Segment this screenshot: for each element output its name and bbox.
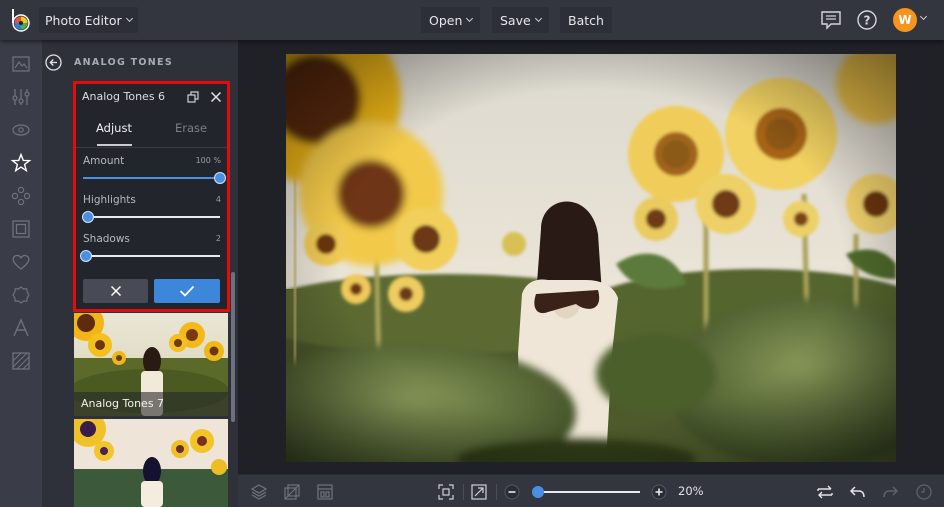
back-arrow-icon[interactable] bbox=[45, 54, 62, 71]
slider-handle[interactable] bbox=[82, 211, 95, 223]
actual-size-icon[interactable] bbox=[470, 483, 488, 501]
eye-icon[interactable] bbox=[10, 119, 32, 141]
collage-icon[interactable] bbox=[283, 483, 301, 501]
thumbnail-image bbox=[74, 419, 228, 507]
svg-text:?: ? bbox=[864, 14, 871, 28]
chevron-down-icon bbox=[466, 14, 474, 23]
graphics-icon[interactable] bbox=[10, 185, 32, 207]
shadows-label: Shadows bbox=[83, 233, 130, 245]
shadows-slider[interactable] bbox=[79, 250, 220, 262]
amount-value: 100 % bbox=[195, 156, 221, 165]
highlights-label: Highlights bbox=[83, 194, 136, 206]
thumbnail-label: Analog Tones 7 bbox=[74, 392, 228, 416]
help-icon[interactable]: ? bbox=[856, 9, 878, 31]
frame-icon[interactable] bbox=[10, 218, 32, 240]
slider-handle[interactable] bbox=[79, 250, 92, 262]
app-menu-dropdown[interactable]: Photo Editor bbox=[39, 7, 138, 33]
slider-handle[interactable] bbox=[214, 172, 226, 184]
divider bbox=[496, 484, 497, 500]
star-icon[interactable] bbox=[10, 152, 32, 174]
heart-icon[interactable] bbox=[10, 251, 32, 273]
zoom-slider[interactable] bbox=[538, 491, 640, 493]
undo-icon[interactable] bbox=[849, 483, 867, 501]
close-icon bbox=[110, 285, 121, 297]
panel-scrollbar[interactable] bbox=[231, 272, 235, 422]
open-menu-button[interactable]: Open bbox=[421, 7, 481, 33]
highlights-slider[interactable] bbox=[82, 211, 220, 223]
photo-canvas[interactable] bbox=[286, 54, 896, 462]
apply-button[interactable] bbox=[154, 279, 220, 303]
user-avatar[interactable]: W bbox=[893, 8, 917, 32]
texture-icon[interactable] bbox=[10, 350, 32, 372]
batch-button[interactable]: Batch bbox=[560, 7, 612, 33]
badge-icon[interactable] bbox=[10, 284, 32, 306]
cancel-button[interactable] bbox=[83, 279, 148, 303]
compare-icon[interactable] bbox=[816, 483, 834, 501]
befunky-logo[interactable] bbox=[10, 8, 32, 32]
close-icon[interactable] bbox=[210, 91, 222, 103]
slider-fill bbox=[83, 177, 220, 179]
highlights-value: 4 bbox=[215, 195, 221, 204]
top-bar: Photo Editor Open Save Batch ? W bbox=[0, 0, 944, 40]
tab-erase[interactable]: Erase bbox=[175, 121, 207, 135]
effect-title: Analog Tones 6 bbox=[82, 90, 166, 103]
app-menu-label: Photo Editor bbox=[45, 12, 122, 28]
checkmark-icon bbox=[179, 285, 195, 297]
effect-thumbnail[interactable]: Analog Tones 7 bbox=[74, 313, 228, 416]
section-title: ANALOG TONES bbox=[74, 57, 173, 68]
redo-icon[interactable] bbox=[881, 483, 899, 501]
open-label: Open bbox=[429, 12, 463, 28]
template-icon[interactable] bbox=[316, 483, 334, 501]
edited-photo bbox=[286, 54, 896, 462]
tab-adjust[interactable]: Adjust bbox=[96, 121, 132, 135]
card-tabs: Adjust Erase bbox=[76, 116, 227, 148]
tool-rail bbox=[0, 40, 42, 507]
image-icon[interactable] bbox=[10, 53, 32, 75]
fit-to-screen-icon[interactable] bbox=[437, 483, 455, 501]
shadows-value: 2 bbox=[215, 234, 221, 243]
zoom-slider-handle[interactable] bbox=[532, 486, 544, 498]
detach-window-icon[interactable] bbox=[187, 91, 199, 103]
divider bbox=[463, 484, 464, 500]
active-tab-indicator bbox=[97, 144, 132, 146]
layers-icon[interactable] bbox=[250, 483, 268, 501]
messages-icon[interactable] bbox=[820, 9, 842, 31]
zoom-level: 20% bbox=[678, 484, 704, 498]
chevron-down-icon bbox=[125, 14, 133, 23]
zoom-out-icon[interactable] bbox=[503, 483, 521, 501]
amount-slider[interactable] bbox=[83, 172, 226, 184]
effect-thumbnail[interactable] bbox=[74, 419, 228, 507]
save-menu-button[interactable]: Save bbox=[492, 7, 549, 33]
zoom-in-icon[interactable] bbox=[650, 483, 668, 501]
save-label: Save bbox=[500, 12, 531, 28]
history-icon[interactable] bbox=[915, 483, 933, 501]
effect-settings-card: Analog Tones 6 Adjust Erase Amount 100 %… bbox=[73, 81, 230, 312]
adjust-sliders-icon[interactable] bbox=[10, 86, 32, 108]
chevron-down-icon[interactable] bbox=[919, 12, 928, 21]
text-icon[interactable] bbox=[10, 317, 32, 339]
batch-label: Batch bbox=[568, 12, 604, 28]
chevron-down-icon bbox=[534, 14, 542, 23]
bottom-toolbar: 20% bbox=[238, 474, 944, 507]
amount-label: Amount bbox=[83, 155, 125, 167]
